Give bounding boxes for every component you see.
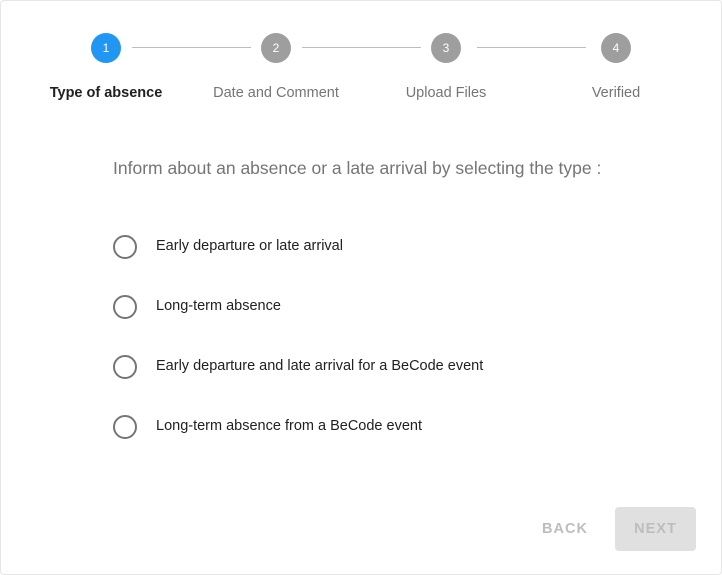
step-1-indicator: 1 [91, 33, 121, 63]
option-early-departure[interactable]: Early departure or late arrival [113, 235, 633, 261]
step-connector [477, 47, 586, 48]
option-long-term-absence[interactable]: Long-term absence [113, 295, 633, 321]
radio-button[interactable] [113, 355, 137, 379]
step-4-label: Verified [591, 85, 641, 101]
option-label: Long-term absence from a BeCode event [156, 418, 422, 434]
step-3-label: Upload Files [405, 85, 487, 101]
step-4-indicator: 4 [601, 33, 631, 63]
radio-button[interactable] [113, 295, 137, 319]
step-2-label: Date and Comment [213, 85, 339, 101]
option-early-departure-becode-event[interactable]: Early departure and late arrival for a B… [113, 355, 633, 381]
step-1-label: Type of absence [49, 85, 163, 101]
back-button[interactable]: BACK [528, 507, 602, 551]
option-label: Early departure or late arrival [156, 238, 343, 254]
absence-form-card: 1 2 3 4 Type of absence Date and Comment… [0, 0, 722, 575]
radio-button[interactable] [113, 235, 137, 259]
form-prompt: Inform about an absence or a late arriva… [113, 158, 602, 178]
radio-button[interactable] [113, 415, 137, 439]
stepper: 1 2 3 4 Type of absence Date and Comment… [1, 1, 721, 111]
step-connector [302, 47, 421, 48]
option-label: Long-term absence [156, 298, 281, 314]
option-long-term-absence-becode-event[interactable]: Long-term absence from a BeCode event [113, 415, 633, 441]
step-3-indicator: 3 [431, 33, 461, 63]
next-button[interactable]: NEXT [615, 507, 696, 551]
option-label: Early departure and late arrival for a B… [156, 358, 484, 374]
step-connector [132, 47, 251, 48]
step-2-indicator: 2 [261, 33, 291, 63]
